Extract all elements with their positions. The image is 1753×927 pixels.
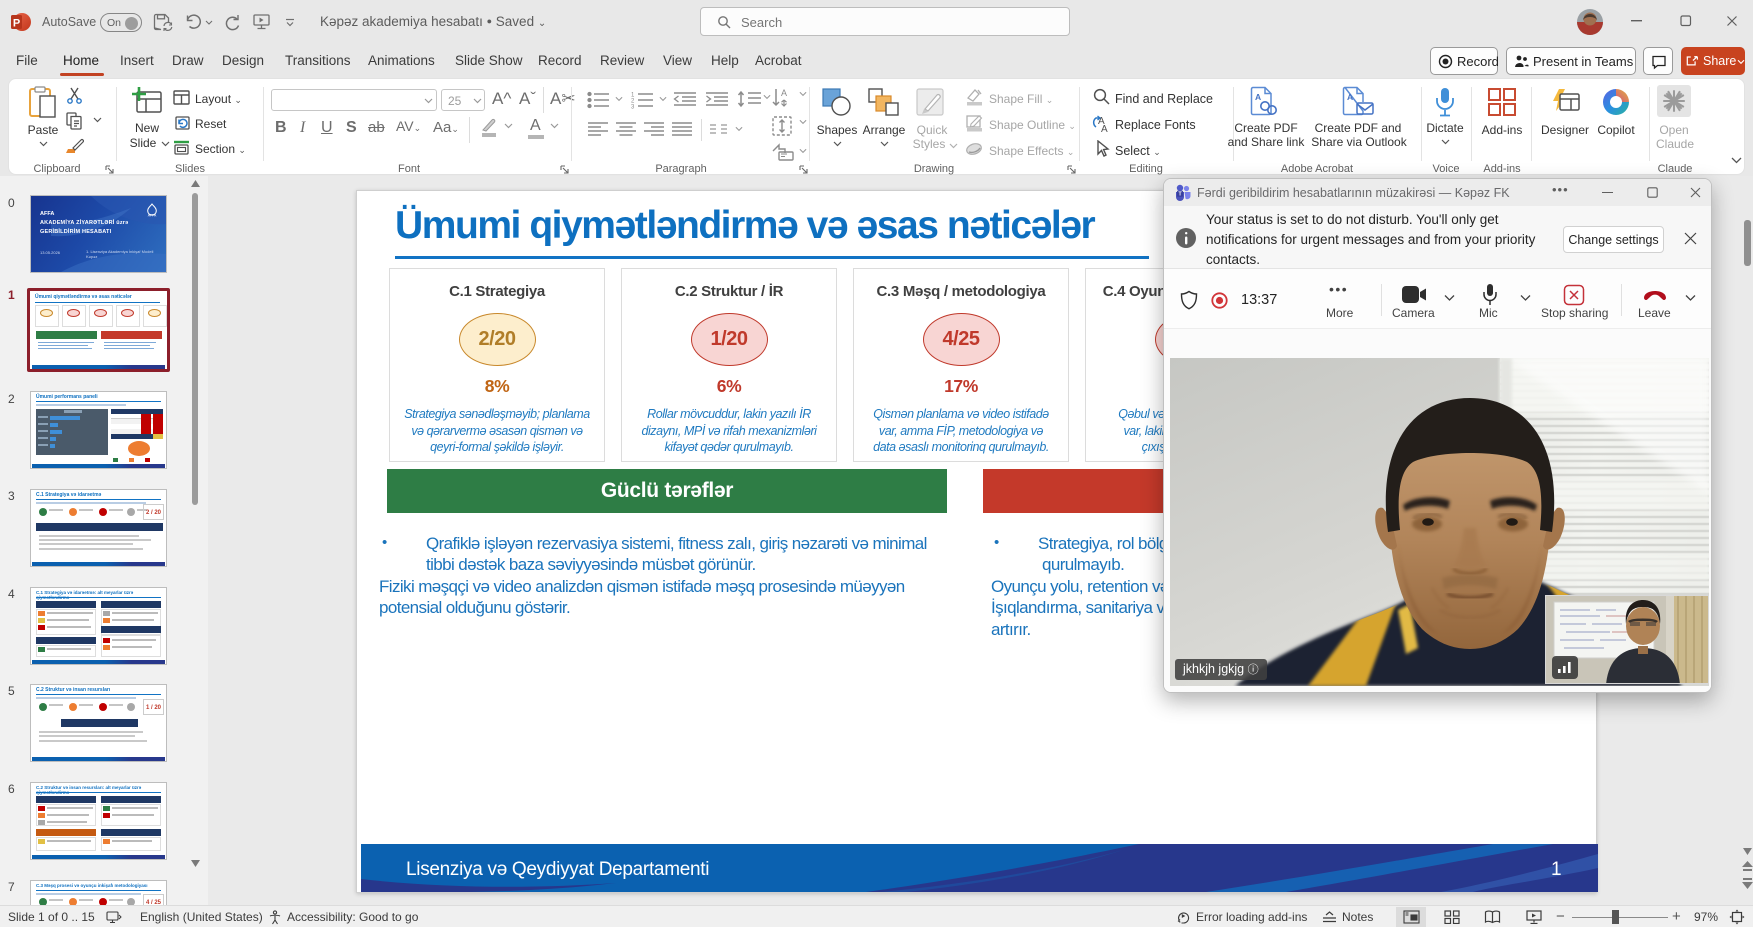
svg-text:AFFA: AFFA	[148, 213, 157, 217]
svg-text:1: 1	[1551, 859, 1562, 880]
svg-text:A: A	[1347, 92, 1353, 102]
svg-text:A: A	[1255, 92, 1261, 102]
svg-text:3: 3	[631, 105, 635, 110]
svg-text:A: A	[1101, 124, 1108, 134]
svg-text:A: A	[781, 88, 787, 98]
svg-text:Lisenziya və Qeydiyyat Departa: Lisenziya və Qeydiyyat Departamenti	[406, 859, 709, 880]
svg-text:P: P	[13, 18, 20, 30]
